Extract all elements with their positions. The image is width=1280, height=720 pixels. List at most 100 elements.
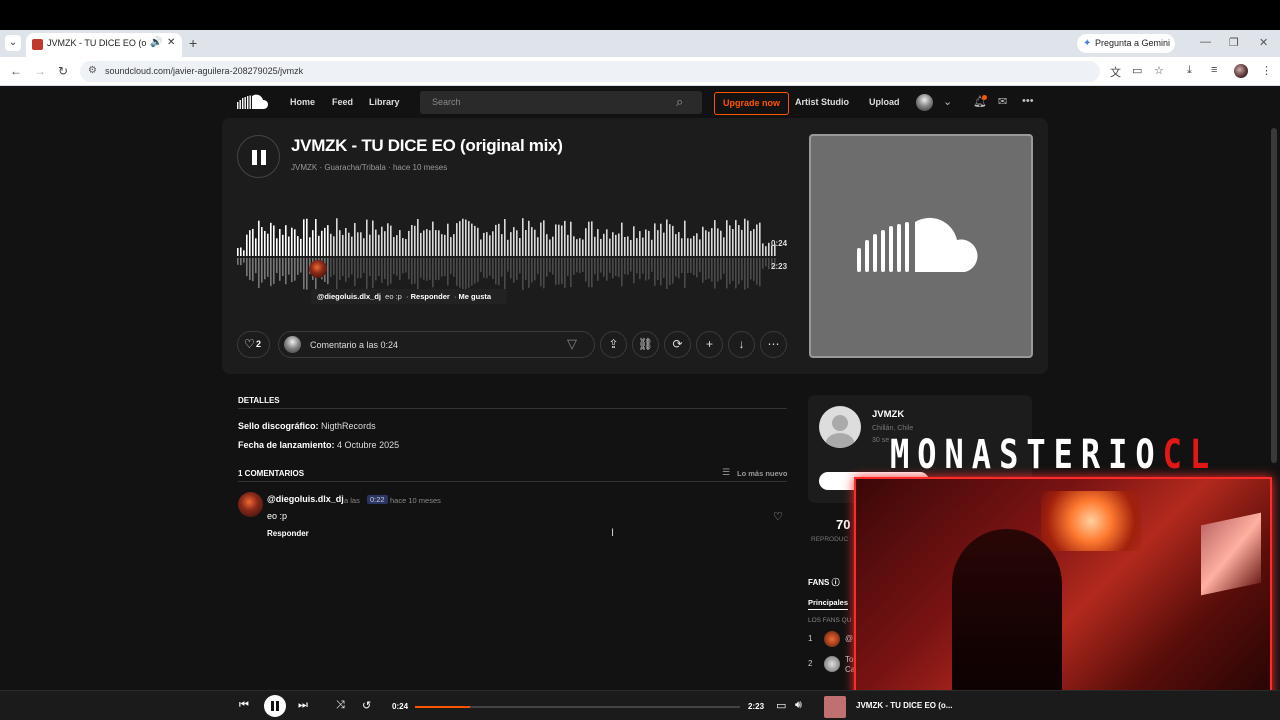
like-button[interactable]: ♡ 2 [237,331,270,358]
waveform-bar[interactable] [453,234,455,256]
waveform-bar[interactable] [672,225,674,256]
waveform-reflection-bar[interactable] [498,258,500,286]
waveform-bar[interactable] [432,221,434,256]
waveform-reflection-bar[interactable] [414,258,416,284]
comment-user[interactable]: @diegoluis.dlx_dj [267,494,344,504]
waveform-reflection-bar[interactable] [762,258,764,269]
waveform-bar[interactable] [360,232,362,256]
nav-library[interactable]: Library [369,97,400,107]
reading-list-icon[interactable]: ≡ [1211,64,1217,76]
waveform-reflection-bar[interactable] [285,258,287,285]
cast-device-icon[interactable]: ▭ [776,699,786,712]
waveform-reflection-bar[interactable] [264,258,266,280]
waveform-reflection-bar[interactable] [423,258,425,280]
waveform-bar[interactable] [729,225,731,256]
waveform-bar[interactable] [492,231,494,256]
waveform-bar[interactable] [435,230,437,256]
waveform-bar[interactable] [357,232,359,256]
waveform-bar[interactable] [657,230,659,256]
back-arrow-icon[interactable]: ← [10,64,22,78]
waveform-bar[interactable] [513,227,515,256]
waveform-bar[interactable] [579,238,581,256]
waveform-reflection-bar[interactable] [339,258,341,280]
comment-avatar[interactable] [238,492,263,517]
tab-audio-icon[interactable]: 🔊 [150,37,162,48]
popup-user[interactable]: @diegoluis.dlx_dj [317,292,381,301]
waveform-bar[interactable] [450,237,452,256]
restore-icon[interactable]: ❐ [1229,36,1239,49]
waveform-bar[interactable] [648,230,650,256]
waveform-reflection-bar[interactable] [471,258,473,286]
reload-icon[interactable]: ↻ [58,64,68,78]
waveform-reflection-bar[interactable] [297,258,299,275]
waveform-bar[interactable] [426,229,428,256]
waveform-bar[interactable] [636,238,638,256]
waveform-bar[interactable] [567,234,569,256]
waveform-bar[interactable] [402,238,404,256]
waveform-reflection-bar[interactable] [717,258,719,282]
waveform-reflection-bar[interactable] [417,258,419,290]
waveform-bar[interactable] [528,220,530,256]
waveform-bar[interactable] [675,234,677,256]
tab-search-chevron-icon[interactable]: ⌄ [5,35,21,51]
waveform-bar[interactable] [378,234,380,256]
waveform-reflection-bar[interactable] [294,258,296,281]
waveform-reflection-bar[interactable] [690,258,692,273]
waveform-reflection-bar[interactable] [441,258,443,277]
waveform-bar[interactable] [714,220,716,256]
waveform-bar[interactable] [603,233,605,256]
waveform-bar[interactable] [339,230,341,256]
waveform-bar[interactable] [252,228,254,256]
waveform-reflection-bar[interactable] [375,258,377,281]
waveform-reflection-bar[interactable] [519,258,521,274]
waveform-bar[interactable] [471,223,473,256]
waveform-bar[interactable] [270,222,272,256]
sort-dropdown[interactable]: Lo más nuevo [737,469,787,478]
more-options-icon[interactable]: ••• [1022,95,1034,107]
waveform-bar[interactable] [396,235,398,256]
waveform-bar[interactable] [237,248,239,256]
repost-icon[interactable]: ⟳ [664,331,691,358]
waveform-bar[interactable] [261,227,263,256]
waveform-reflection-bar[interactable] [420,258,422,278]
waveform-bar[interactable] [702,226,704,256]
waveform-bar[interactable] [384,231,386,256]
fan-avatar[interactable] [824,656,840,672]
add-to-playlist-icon[interactable]: + [696,331,723,358]
waveform-reflection-bar[interactable] [600,258,602,273]
waveform-bar[interactable] [633,226,635,256]
waveform-reflection-bar[interactable] [327,258,329,285]
waveform-reflection-bar[interactable] [282,258,284,276]
waveform-reflection-bar[interactable] [672,258,674,284]
waveform-reflection-bar[interactable] [405,258,407,273]
waveform-reflection-bar[interactable] [387,258,389,286]
waveform-bar[interactable] [297,236,299,256]
upload-link[interactable]: Upload [869,97,900,107]
waveform-reflection-bar[interactable] [591,258,593,288]
waveform-reflection-bar[interactable] [489,258,491,276]
download-track-icon[interactable]: ↓ [728,331,755,358]
waveform-reflection-bar[interactable] [300,258,302,273]
waveform-bar[interactable] [294,229,296,256]
waveform-reflection-bar[interactable] [378,258,380,276]
waveform-reflection-bar[interactable] [723,258,725,274]
waveform-bar[interactable] [300,238,302,256]
waveform-bar[interactable] [324,227,326,256]
shuffle-icon[interactable]: ⤨ [336,699,345,712]
waveform-reflection-bar[interactable] [249,258,251,280]
comment-like-heart-icon[interactable]: ♡ [773,510,783,523]
waveform-bar[interactable] [306,218,308,256]
waveform-bar[interactable] [315,219,317,256]
waveform-reflection-bar[interactable] [363,258,365,274]
waveform-reflection-bar[interactable] [660,258,662,286]
waveform-reflection-bar[interactable] [396,258,398,276]
waveform-bar[interactable] [240,247,242,257]
waveform-reflection-bar[interactable] [528,258,530,288]
waveform-reflection-bar[interactable] [495,258,497,285]
waveform-bar[interactable] [564,220,566,256]
waveform-bar[interactable] [525,230,527,256]
waveform-reflection-bar[interactable] [381,258,383,283]
waveform-bar[interactable] [288,236,290,257]
waveform-bar[interactable] [489,235,491,256]
waveform-reflection-bar[interactable] [330,258,332,277]
